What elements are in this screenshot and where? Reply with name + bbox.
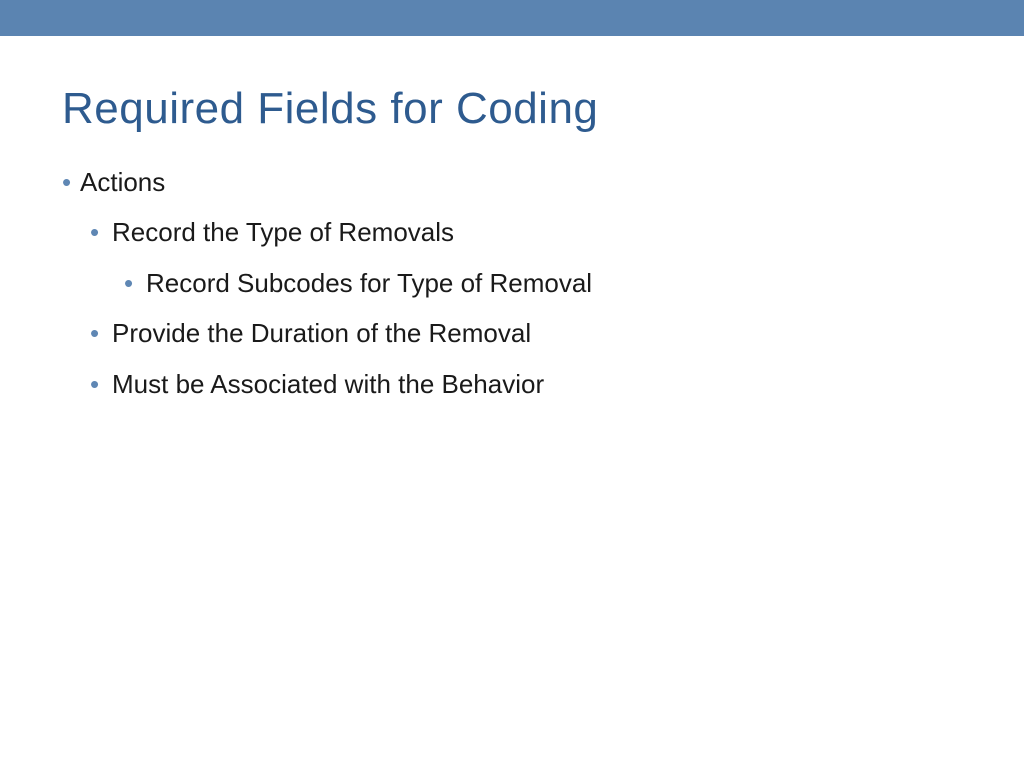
slide-title: Required Fields for Coding bbox=[62, 84, 962, 134]
bullet-level-3: Record Subcodes for Type of Removal bbox=[124, 265, 962, 301]
bullet-level-2: Must be Associated with the Behavior bbox=[90, 366, 962, 402]
bullet-text: Record Subcodes for Type of Removal bbox=[146, 268, 592, 298]
bullet-text: Record the Type of Removals bbox=[112, 217, 454, 247]
bullet-text: Provide the Duration of the Removal bbox=[112, 318, 531, 348]
bullet-level-2: Provide the Duration of the Removal bbox=[90, 315, 962, 351]
slide-content: Required Fields for Coding Actions Recor… bbox=[0, 36, 1024, 402]
bullet-text: Actions bbox=[80, 167, 165, 197]
bullet-text: Must be Associated with the Behavior bbox=[112, 369, 544, 399]
slide-top-bar bbox=[0, 0, 1024, 36]
bullet-level-1: Actions bbox=[62, 164, 962, 200]
bullet-level-2: Record the Type of Removals bbox=[90, 214, 962, 250]
